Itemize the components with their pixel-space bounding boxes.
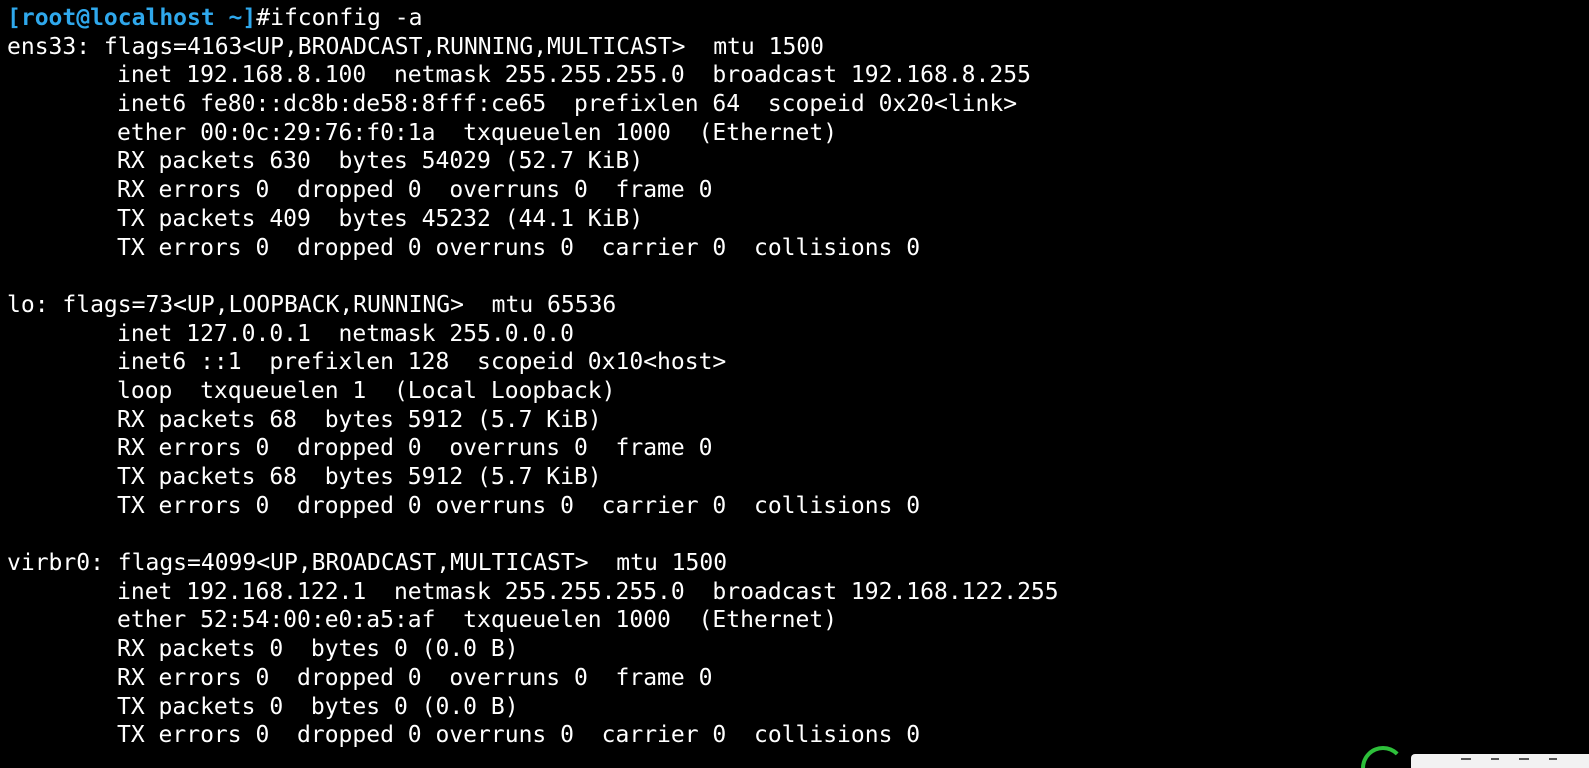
output-text: inet 192.168.122.1 netmask 255.255.255.0… [117, 578, 1059, 605]
shell-prompt: [root@localhost ~] [7, 5, 257, 31]
output-text: lo: flags=73<UP,LOOPBACK,RUNNING> mtu 65… [7, 291, 617, 318]
output-text: ether 00:0c:29:76:f0:1a txqueuelen 1000 … [117, 119, 838, 146]
output-line: RX packets 68 bytes 5912 (5.7 KiB) [7, 406, 1589, 435]
output-line: RX errors 0 dropped 0 overruns 0 frame 0 [7, 434, 1589, 463]
toolbar-dash-icon [1491, 758, 1499, 760]
output-text: TX packets 409 bytes 45232 (44.1 KiB) [117, 205, 644, 232]
output-line: inet 127.0.0.1 netmask 255.0.0.0 [7, 320, 1589, 349]
output-line: ens33: flags=4163<UP,BROADCAST,RUNNING,M… [7, 33, 1589, 62]
output-text: inet 127.0.0.1 netmask 255.0.0.0 [117, 320, 574, 347]
output-text: TX errors 0 dropped 0 overruns 0 carrier… [117, 234, 921, 261]
command-output: ens33: flags=4163<UP,BROADCAST,RUNNING,M… [7, 33, 1589, 750]
output-line: TX errors 0 dropped 0 overruns 0 carrier… [7, 492, 1589, 521]
output-text: RX packets 630 bytes 54029 (52.7 KiB) [117, 148, 644, 175]
output-line: virbr0: flags=4099<UP,BROADCAST,MULTICAS… [7, 549, 1589, 578]
output-line: inet6 fe80::dc8b:de58:8fff:ce65 prefixle… [7, 90, 1589, 119]
prompt-line: [root@localhost ~]#ifconfig -a [7, 4, 1589, 33]
output-text: RX packets 0 bytes 0 (0.0 B) [117, 636, 519, 663]
toolbar-dash-icon [1461, 758, 1471, 760]
output-text: TX packets 0 bytes 0 (0.0 B) [117, 693, 519, 720]
output-line: TX errors 0 dropped 0 overruns 0 carrier… [7, 721, 1589, 750]
output-text: inet6 ::1 prefixlen 128 scopeid 0x10<hos… [117, 349, 727, 376]
output-text: virbr0: flags=4099<UP,BROADCAST,MULTICAS… [7, 550, 728, 577]
output-line: loop txqueuelen 1 (Local Loopback) [7, 377, 1589, 406]
output-text: ens33: flags=4163<UP,BROADCAST,RUNNING,M… [7, 33, 824, 60]
output-line: RX errors 0 dropped 0 overruns 0 frame 0 [7, 176, 1589, 205]
output-line: ether 52:54:00:e0:a5:af txqueuelen 1000 … [7, 606, 1589, 635]
output-line: TX packets 68 bytes 5912 (5.7 KiB) [7, 463, 1589, 492]
output-line: inet 192.168.122.1 netmask 255.255.255.0… [7, 578, 1589, 607]
output-line: RX packets 630 bytes 54029 (52.7 KiB) [7, 147, 1589, 176]
output-text: TX packets 68 bytes 5912 (5.7 KiB) [117, 464, 602, 490]
output-line: TX errors 0 dropped 0 overruns 0 carrier… [7, 234, 1589, 263]
output-line: inet 192.168.8.100 netmask 255.255.255.0… [7, 61, 1589, 90]
output-text: RX errors 0 dropped 0 overruns 0 frame 0 [117, 177, 713, 204]
toolbar-dash-icon [1519, 758, 1529, 760]
output-text: ether 52:54:00:e0:a5:af txqueuelen 1000 … [117, 607, 838, 634]
output-text: inet6 fe80::dc8b:de58:8fff:ce65 prefixle… [117, 91, 1018, 118]
output-line: lo: flags=73<UP,LOOPBACK,RUNNING> mtu 65… [7, 291, 1589, 320]
overlay-toolbar [1411, 754, 1589, 768]
output-text: TX errors 0 dropped 0 overruns 0 carrier… [117, 492, 921, 519]
shell-command: #ifconfig -a [256, 5, 423, 31]
output-line: inet6 ::1 prefixlen 128 scopeid 0x10<hos… [7, 348, 1589, 377]
output-text: RX errors 0 dropped 0 overruns 0 frame 0 [117, 435, 713, 462]
output-line: RX errors 0 dropped 0 overruns 0 frame 0 [7, 664, 1589, 693]
output-text: RX packets 68 bytes 5912 (5.7 KiB) [117, 406, 602, 433]
output-line: ether 00:0c:29:76:f0:1a txqueuelen 1000 … [7, 119, 1589, 148]
green-ring-icon [1361, 746, 1405, 768]
output-line: TX packets 409 bytes 45232 (44.1 KiB) [7, 205, 1589, 234]
output-line: TX packets 0 bytes 0 (0.0 B) [7, 693, 1589, 722]
corner-overlay-widget[interactable] [1361, 746, 1589, 768]
output-text: inet 192.168.8.100 netmask 255.255.255.0… [117, 62, 1031, 89]
output-line: RX packets 0 bytes 0 (0.0 B) [7, 635, 1589, 664]
output-text: RX errors 0 dropped 0 overruns 0 frame 0 [117, 664, 713, 691]
toolbar-dash-icon [1549, 758, 1557, 760]
output-text: loop txqueuelen 1 (Local Loopback) [117, 377, 616, 404]
output-text: TX errors 0 dropped 0 overruns 0 carrier… [117, 722, 921, 749]
terminal-window[interactable]: [root@localhost ~]#ifconfig -a ens33: fl… [0, 0, 1589, 768]
